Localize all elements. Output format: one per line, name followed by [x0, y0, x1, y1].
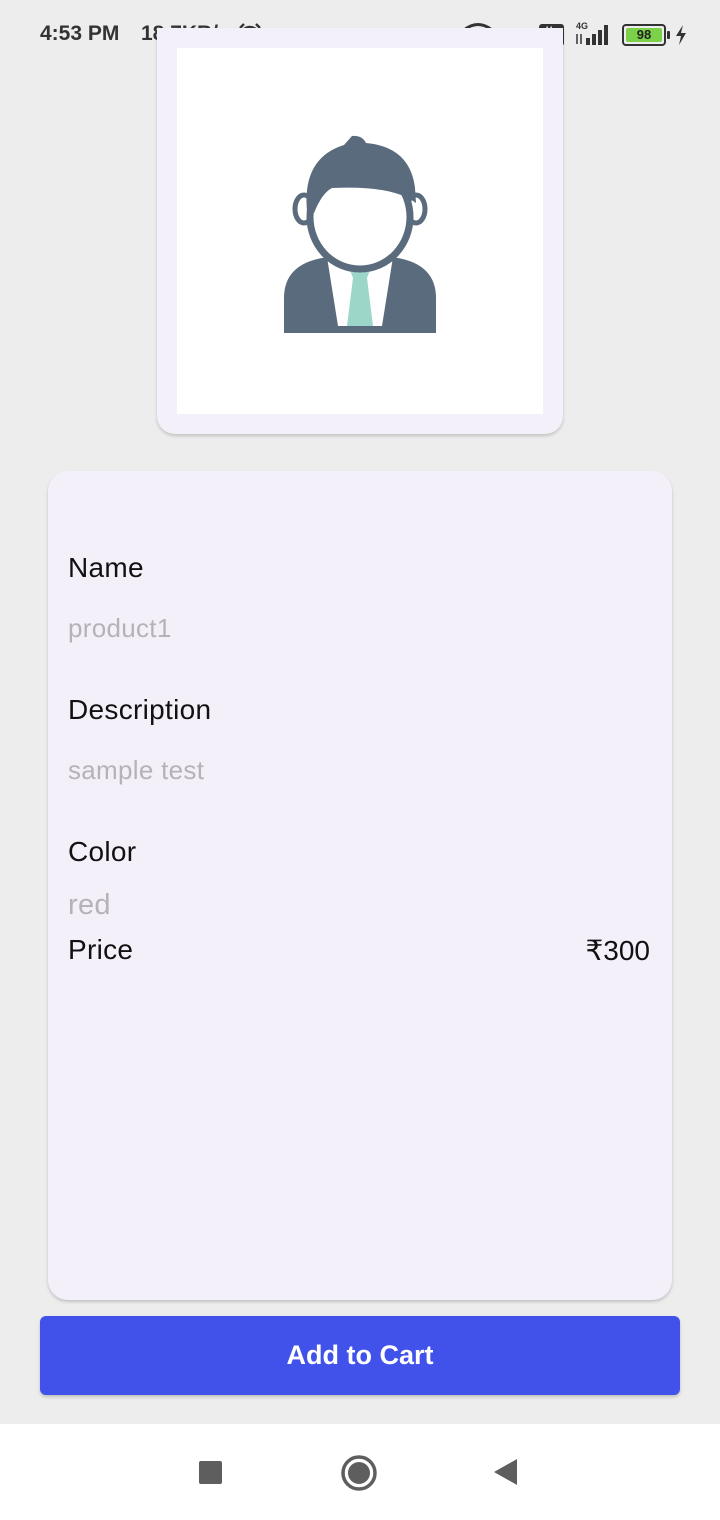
home-icon[interactable]	[340, 1454, 378, 1497]
color-value: red	[68, 889, 111, 921]
add-to-cart-button[interactable]: Add to Cart	[40, 1316, 680, 1395]
charging-icon	[674, 24, 688, 51]
description-label: Description	[68, 694, 212, 725]
battery-tip	[667, 31, 670, 39]
recents-icon[interactable]	[199, 1461, 222, 1484]
color-label: Color	[68, 836, 137, 867]
price-label: Price	[68, 934, 134, 965]
product-detail-screen: 4:53 PM 18.7KB/s • •	[0, 0, 720, 1520]
navigation-bar	[0, 1424, 720, 1520]
name-value: product1	[68, 613, 172, 643]
status-time: 4:53 PM	[40, 22, 120, 45]
back-icon[interactable]	[492, 1457, 520, 1492]
businessman-avatar-icon	[284, 135, 436, 333]
product-details-card: Name product1 Description sample test Co…	[48, 471, 672, 1300]
product-image[interactable]	[177, 48, 543, 414]
name-label: Name	[68, 552, 144, 583]
signal-4g-icon: 4G	[574, 20, 614, 51]
price-value: ₹300	[585, 935, 650, 966]
battery-level: 98	[626, 28, 662, 42]
svg-text:4G: 4G	[576, 21, 588, 31]
battery-icon: 98	[622, 24, 670, 46]
description-value: sample test	[68, 755, 205, 785]
product-image-card	[157, 28, 563, 434]
